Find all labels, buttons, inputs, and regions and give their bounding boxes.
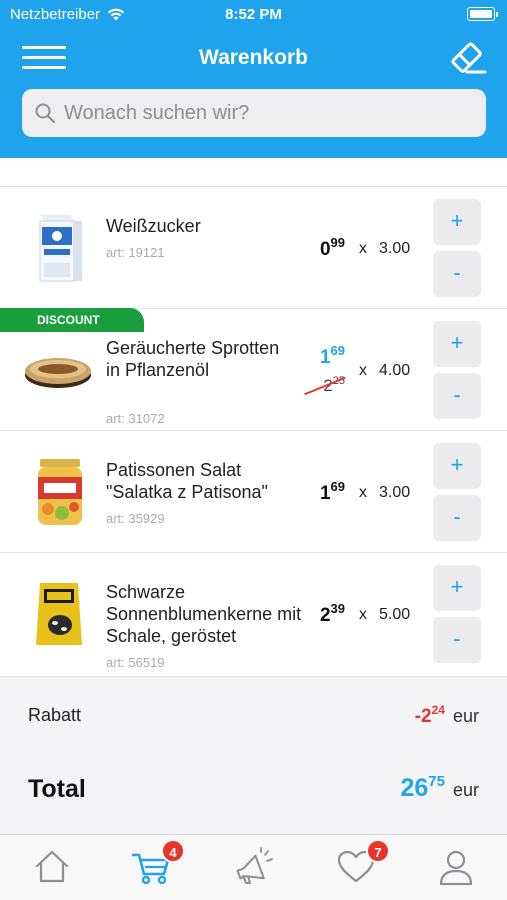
product-quantity: x 5.00 (359, 606, 411, 623)
heart-icon[interactable]: 7 (336, 839, 390, 887)
increase-quantity-button[interactable]: + (433, 443, 481, 489)
product-article: art: 19121 (106, 245, 165, 260)
product-image (25, 358, 91, 388)
battery-icon (467, 7, 498, 21)
cart-item[interactable]: Patissonen Salat "Salatka z Patisona" ar… (0, 430, 507, 552)
navbar: Warenkorb (0, 38, 507, 82)
tab-bar: 4 7 (0, 834, 507, 900)
header: Netzbetreiber 8:52 PM Warenkorb (0, 0, 507, 158)
product-article: art: 35929 (106, 511, 165, 526)
total-label: Total (28, 775, 86, 803)
product-name: Weißzucker (106, 216, 201, 236)
product-quantity: x 3.00 (359, 240, 411, 257)
status-bar: Netzbetreiber 8:52 PM (0, 6, 507, 26)
product-article: art: 56519 (106, 655, 165, 670)
search-icon (35, 103, 56, 124)
cart-list: Weißzucker art: 19121 099 x 3.00 + - DISC… (0, 186, 507, 674)
cart-badge: 4 (161, 839, 185, 863)
cart-item[interactable]: DISCOUNT Geräucherte Sprotten in Pflanze… (0, 308, 507, 430)
eraser-icon[interactable] (447, 38, 487, 78)
product-name: Patissonen Salat "Salatka z Patisona" (106, 460, 268, 502)
product-name: Geräucherte Sprotten in Pflanzenöl (106, 338, 280, 380)
product-image (39, 215, 82, 282)
increase-quantity-button[interactable]: + (433, 565, 481, 611)
product-quantity: x 4.00 (359, 362, 411, 379)
total-value: 2675 eur (400, 773, 479, 802)
search-input[interactable] (64, 89, 474, 137)
page-title: Warenkorb (199, 46, 308, 69)
home-icon[interactable] (32, 847, 72, 887)
increase-quantity-button[interactable]: + (433, 321, 481, 367)
product-price: 099 (319, 235, 345, 260)
status-time: 8:52 PM (225, 6, 282, 23)
product-price: 169 (319, 343, 345, 368)
increase-quantity-button[interactable]: + (433, 199, 481, 245)
decrease-quantity-button[interactable]: - (433, 373, 481, 419)
favorites-badge: 7 (366, 839, 390, 863)
cart-item[interactable]: Schwarze Sonnenblumenkerne mit Schale, g… (0, 552, 507, 674)
product-quantity: x 3.00 (359, 484, 411, 501)
profile-icon[interactable] (436, 847, 476, 887)
product-article: art: 31072 (106, 411, 165, 426)
cart-item[interactable]: Weißzucker art: 19121 099 x 3.00 + - (0, 186, 507, 308)
product-price: 169 (319, 479, 345, 504)
decrease-quantity-button[interactable]: - (433, 251, 481, 297)
cart-icon[interactable]: 4 (131, 839, 185, 887)
discount-label: Rabatt (28, 705, 82, 725)
product-price: 239 (319, 601, 345, 626)
product-image (36, 583, 82, 645)
cart-summary: Rabatt -224 eur Total 2675 eur (0, 676, 507, 834)
decrease-quantity-button[interactable]: - (433, 495, 481, 541)
discount-value: -224 eur (414, 703, 479, 727)
search-bar[interactable] (22, 89, 486, 137)
decrease-quantity-button[interactable]: - (433, 617, 481, 663)
product-image (38, 459, 82, 525)
megaphone-icon[interactable] (234, 847, 274, 887)
discount-badge: DISCOUNT (0, 308, 144, 332)
product-name: Schwarze Sonnenblumenkerne mit Schale, g… (106, 582, 302, 646)
